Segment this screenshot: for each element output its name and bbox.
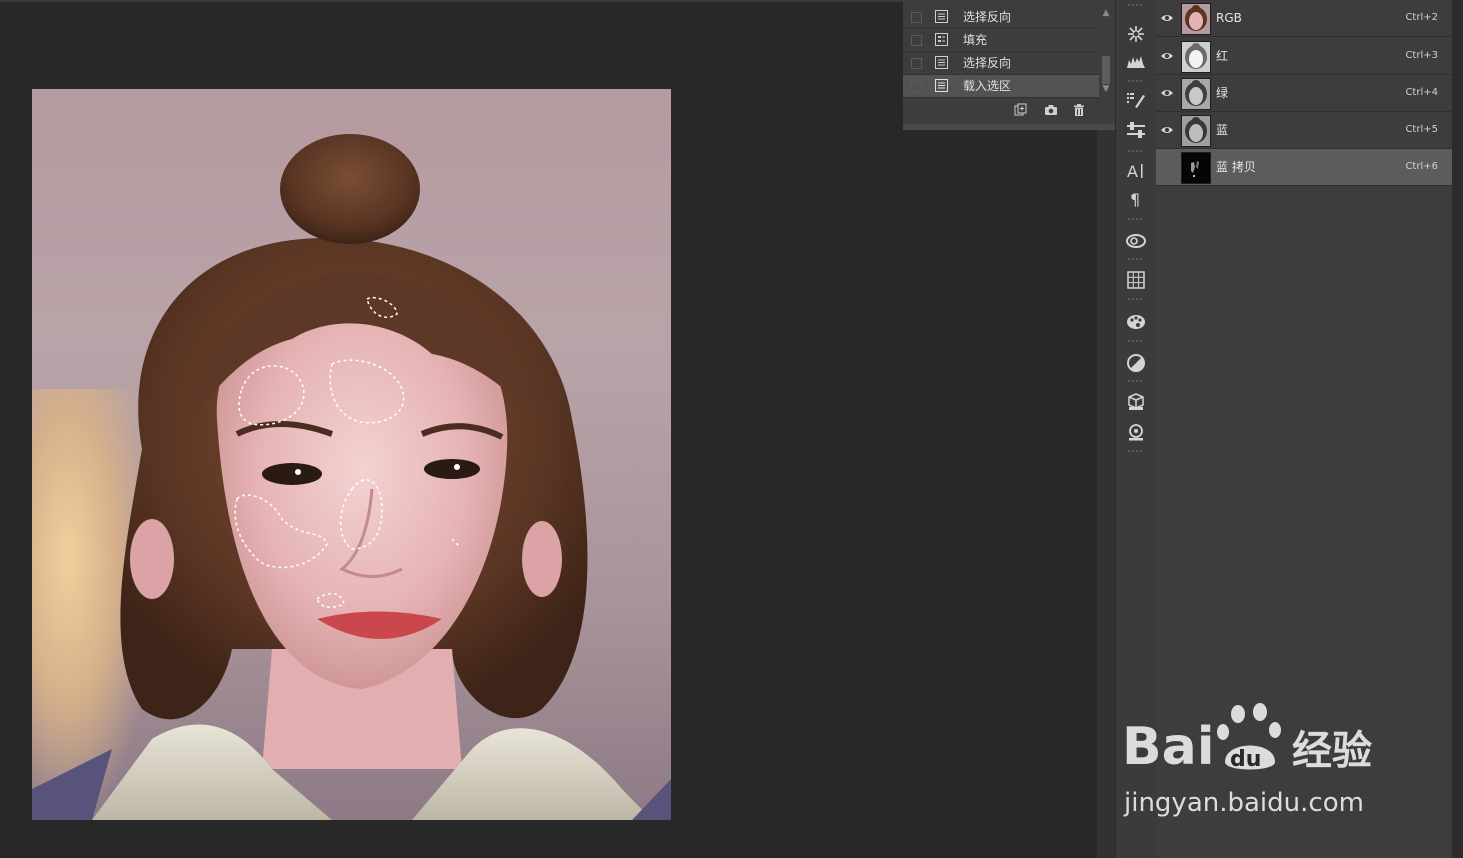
panel-grip[interactable]: [1128, 258, 1144, 260]
svg-text:¶: ¶: [1130, 190, 1140, 208]
history-state-icon: [935, 33, 948, 46]
visibility-toggle[interactable]: [1162, 161, 1174, 173]
panel-grip[interactable]: [1128, 150, 1144, 152]
channel-thumbnail: [1181, 41, 1211, 73]
history-item-checkbox[interactable]: [911, 12, 922, 23]
history-item-selected[interactable]: 载入选区: [903, 75, 1099, 98]
asterisk-icon[interactable]: [1126, 24, 1146, 44]
eye-icon[interactable]: [1160, 12, 1174, 24]
watermark-url: jingyan.baidu.com: [1124, 788, 1364, 818]
panel-grip[interactable]: [1128, 4, 1144, 6]
history-item-label: 载入选区: [963, 79, 1012, 93]
channel-shortcut: Ctrl+6: [1405, 161, 1438, 172]
paragraph-icon[interactable]: ¶: [1126, 188, 1146, 208]
adjustments-circle-icon[interactable]: [1126, 353, 1146, 373]
channel-thumbnail: [1181, 115, 1211, 147]
history-item-label: 选择反向: [963, 56, 1012, 70]
panel-grip[interactable]: [1128, 380, 1144, 382]
new-document-from-state-icon[interactable]: [1013, 103, 1027, 117]
panel-gutter: [1097, 130, 1115, 858]
eye-icon[interactable]: [1160, 87, 1174, 99]
trash-icon[interactable]: [1072, 103, 1086, 117]
channel-shortcut: Ctrl+3: [1405, 50, 1438, 61]
channel-row-green[interactable]: 绿 Ctrl+4: [1156, 75, 1452, 112]
history-scrollbar[interactable]: ▲ ▼: [1099, 4, 1113, 96]
svg-text:Bai: Bai: [1122, 717, 1215, 777]
channel-row-red[interactable]: 红 Ctrl+3: [1156, 38, 1452, 75]
swatches-palette-icon[interactable]: [1126, 312, 1146, 332]
scroll-thumb[interactable]: [1102, 56, 1110, 84]
photoshop-window: 选择反向 填充 选择反向 载入选区 ▲ ▼ A ¶ RGB Ctrl+2 红 C…: [0, 0, 1463, 858]
window-edge: [1452, 0, 1463, 858]
history-item[interactable]: 选择反向: [903, 52, 1099, 75]
scroll-up-icon[interactable]: ▲: [1101, 8, 1111, 18]
character-type-icon[interactable]: A: [1126, 160, 1146, 180]
history-state-icon: [935, 10, 948, 23]
channel-name: 红: [1216, 49, 1229, 63]
panel-grip[interactable]: [1128, 340, 1144, 342]
channel-row-blue-copy[interactable]: 蓝 拷贝 Ctrl+6: [1156, 149, 1452, 186]
scroll-down-icon[interactable]: ▼: [1101, 84, 1111, 94]
grid-table-icon[interactable]: [1126, 270, 1146, 290]
history-footer: [903, 98, 1115, 122]
channel-shortcut: Ctrl+5: [1405, 124, 1438, 135]
svg-text:du: du: [1230, 747, 1261, 772]
channel-row-rgb[interactable]: RGB Ctrl+2: [1156, 0, 1452, 37]
history-state-icon: [935, 56, 948, 69]
3d-cube-icon[interactable]: [1126, 392, 1146, 412]
creative-cloud-icon[interactable]: [1126, 230, 1146, 250]
svg-text:A: A: [1127, 162, 1138, 180]
history-item[interactable]: 选择反向: [903, 6, 1099, 29]
document-canvas[interactable]: [32, 89, 671, 820]
history-item-checkbox[interactable]: [911, 58, 922, 69]
channel-thumbnail: [1181, 3, 1211, 35]
history-item-label: 填充: [963, 33, 988, 47]
channel-name: RGB: [1216, 11, 1242, 25]
snapshot-camera-icon[interactable]: [1044, 103, 1058, 117]
channel-shortcut: Ctrl+2: [1405, 12, 1438, 23]
histogram-icon[interactable]: [1126, 52, 1146, 72]
portrait-photo: [32, 134, 671, 820]
adjustment-sliders-icon[interactable]: [1126, 120, 1146, 140]
svg-text:经验: 经验: [1292, 728, 1372, 774]
channel-thumbnail: [1181, 152, 1211, 184]
tool-presets-icon[interactable]: [1126, 422, 1146, 442]
channel-name: 蓝 拷贝: [1216, 160, 1256, 174]
panel-grip[interactable]: [1128, 218, 1144, 220]
baidu-watermark: Bai du 经验 jingyan.baidu.com: [1120, 700, 1400, 830]
panel-grip[interactable]: [1128, 80, 1144, 82]
history-item-label: 选择反向: [963, 10, 1012, 24]
panel-grip[interactable]: [1128, 298, 1144, 300]
channel-name: 绿: [1216, 86, 1229, 100]
channel-thumbnail: [1181, 78, 1211, 110]
history-item[interactable]: 填充: [903, 29, 1099, 52]
history-item-checkbox[interactable]: [911, 81, 922, 92]
history-item-checkbox[interactable]: [911, 35, 922, 46]
history-state-icon: [935, 79, 948, 92]
history-panel: 选择反向 填充 选择反向 载入选区 ▲ ▼: [903, 0, 1115, 130]
channel-row-blue[interactable]: 蓝 Ctrl+5: [1156, 112, 1452, 149]
channel-name: 蓝: [1216, 123, 1229, 137]
panel-grip[interactable]: [1128, 450, 1144, 452]
brush-presets-icon[interactable]: [1126, 90, 1146, 110]
channel-shortcut: Ctrl+4: [1405, 87, 1438, 98]
panel-resize-edge[interactable]: [903, 124, 1115, 130]
eye-icon[interactable]: [1160, 50, 1174, 62]
eye-icon[interactable]: [1160, 124, 1174, 136]
